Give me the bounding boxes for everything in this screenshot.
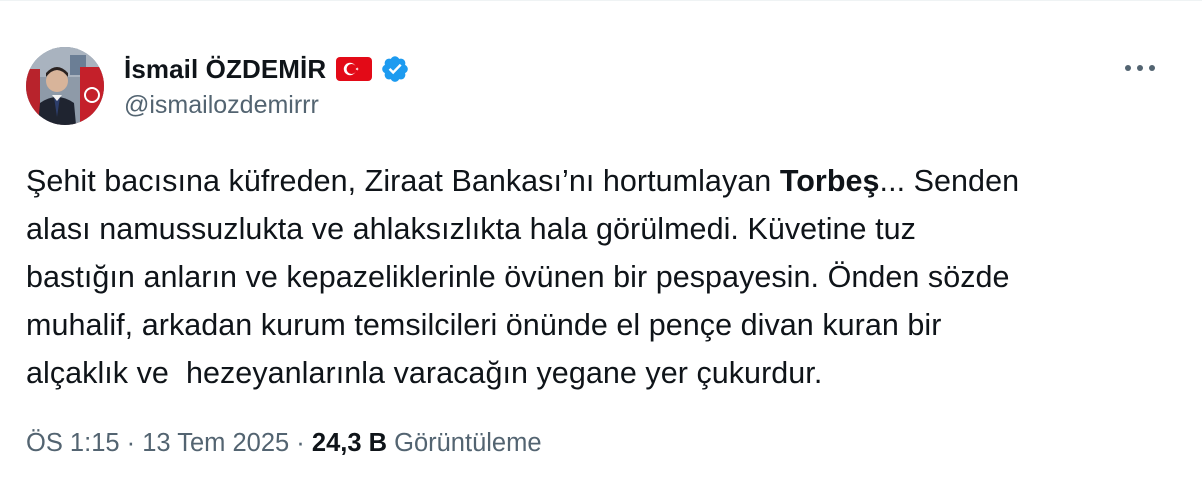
tweet-line: muhalif, arkadan kurum temsilcileri önün… (26, 308, 942, 342)
more-options-button[interactable] (1120, 53, 1160, 83)
verified-badge-icon[interactable] (380, 54, 410, 84)
tweet-text: Şehit bacısına küfreden, Ziraat Bankası’… (26, 157, 1176, 397)
tweet-date[interactable]: 13 Tem 2025 (142, 429, 289, 458)
avatar-image (26, 47, 104, 125)
views-label: Görüntüleme (387, 429, 542, 457)
meta-separator: · (289, 429, 312, 457)
meta-separator: · (119, 429, 143, 457)
author-display-name[interactable]: İsmail ÖZDEMİR (124, 54, 326, 85)
tweet-line: alçaklık ve hezeyanlarınla varacağın yeg… (26, 356, 823, 390)
author-handle[interactable]: @ismailozdemirrr (124, 91, 319, 120)
author-name-row: İsmail ÖZDEMİR (124, 51, 410, 87)
tweet-line: bastığın anların ve kepazeliklerinle övü… (26, 260, 1010, 294)
tweet-meta: ÖS 1:15 · 13 Tem 2025 · 24,3 B Görüntüle… (26, 429, 542, 458)
tweet-bold-name: Torbeş (779, 164, 880, 198)
views-count: 24,3 B (311, 429, 388, 457)
avatar[interactable] (26, 47, 104, 125)
tweet-line: alası namussuzlukta ve ahlaksızlıkta hal… (26, 212, 916, 246)
tweet-card: İsmail ÖZDEMİR @ismailozdemirrr Şehit ba… (0, 0, 1202, 492)
tweet-time[interactable]: ÖS 1:15 (26, 429, 120, 458)
turkey-flag-icon (336, 57, 373, 81)
tweet-text-segment: Şehit bacısına küfreden, Ziraat Bankası’… (26, 164, 780, 198)
more-horizontal-icon (1125, 65, 1155, 71)
tweet-text-segment: ... Senden (879, 164, 1020, 198)
tweet-line: Şehit bacısına küfreden, Ziraat Bankası’… (26, 157, 1176, 205)
